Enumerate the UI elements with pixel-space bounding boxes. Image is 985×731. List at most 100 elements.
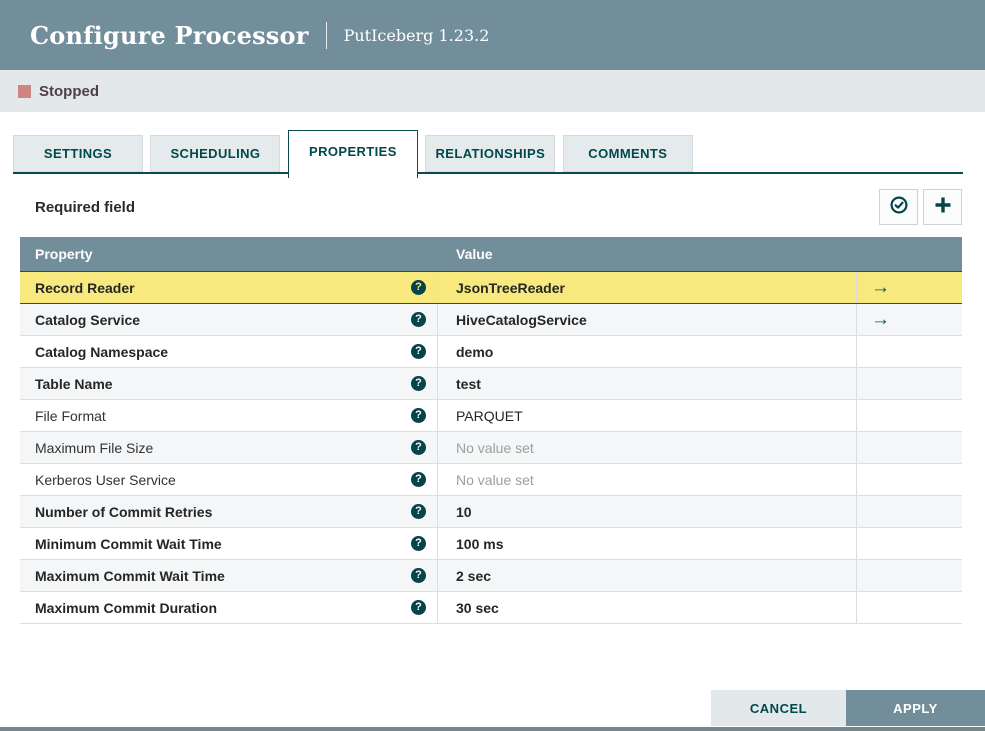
required-field-label: Required field [35,198,136,216]
property-row[interactable]: Maximum Commit Duration ? 30 sec → [20,592,962,624]
help-icon[interactable]: ? [411,600,426,615]
property-value: No value set [456,471,534,488]
property-value-cell[interactable]: No value set [437,432,856,463]
tab-comments[interactable]: COMMENTS [562,135,693,172]
go-to-service-cell: → [856,528,962,559]
help-icon[interactable]: ? [411,536,426,551]
property-name-cell: Maximum Commit Wait Time ? [20,560,437,591]
property-value-cell[interactable]: JsonTreeReader [437,272,856,303]
property-name: File Format [35,407,106,424]
table-header-row: Property Value [20,237,962,271]
property-row[interactable]: File Format ? PARQUET → [20,400,962,432]
processor-type-version: PutIceberg 1.23.2 [343,25,490,45]
property-name: Maximum Commit Duration [35,599,218,616]
tab-scheduling[interactable]: SCHEDULING [150,135,281,172]
property-name-cell: File Format ? [20,400,437,431]
property-value-cell[interactable]: No value set [437,464,856,495]
property-row[interactable]: Maximum File Size ? No value set → [20,432,962,464]
toolbar-buttons [879,189,962,225]
help-icon[interactable]: ? [411,312,426,327]
go-to-service-arrow[interactable]: → [871,278,890,297]
dialog-bottom-edge [0,727,985,731]
apply-button[interactable]: APPLY [846,690,985,726]
dialog-title: Configure Processor [30,20,309,50]
cancel-button[interactable]: CANCEL [711,690,846,726]
property-row[interactable]: Record Reader ? JsonTreeReader → [20,271,962,304]
property-name-cell: Record Reader ? [20,272,437,303]
property-value-cell[interactable]: demo [437,336,856,367]
go-to-service-arrow[interactable]: → [871,310,890,329]
property-value: HiveCatalogService [456,311,587,328]
property-value-cell[interactable]: 2 sec [437,560,856,591]
property-row[interactable]: Catalog Namespace ? demo → [20,336,962,368]
properties-table-body: Record Reader ? JsonTreeReader → Catalog… [20,271,962,624]
add-property-button[interactable] [923,189,962,225]
tab-settings[interactable]: SETTINGS [13,135,143,172]
property-name: Minimum Commit Wait Time [35,535,222,552]
property-name: Kerberos User Service [35,471,176,488]
property-name-cell: Minimum Commit Wait Time ? [20,528,437,559]
property-value: 30 sec [456,599,499,616]
help-icon[interactable]: ? [411,408,426,423]
property-name-cell: Catalog Service ? [20,304,437,335]
property-value: PARQUET [456,407,523,424]
dialog-footer: CANCEL APPLY [0,690,985,726]
property-name: Number of Commit Retries [35,503,213,520]
properties-toolbar: Required field [35,189,962,225]
property-value: test [456,375,481,392]
go-to-service-cell: → [856,464,962,495]
help-icon[interactable]: ? [411,280,426,295]
property-name-cell: Maximum Commit Duration ? [20,592,437,623]
property-name-cell: Kerberos User Service ? [20,464,437,495]
verify-properties-button[interactable] [879,189,918,225]
status-bar: Stopped [0,70,985,112]
property-name: Maximum Commit Wait Time [35,567,225,584]
property-name: Table Name [35,375,113,392]
property-value: 100 ms [456,535,504,552]
property-row[interactable]: Number of Commit Retries ? 10 → [20,496,962,528]
go-to-service-cell: → [856,368,962,399]
go-to-service-cell: → [856,496,962,527]
property-value-cell[interactable]: 30 sec [437,592,856,623]
go-to-service-cell: → [856,592,962,623]
properties-table: Property Value Record Reader ? JsonTreeR… [20,237,962,624]
status-label: Stopped [39,82,99,100]
property-value-cell[interactable]: 10 [437,496,856,527]
tab-properties[interactable]: PROPERTIES [287,130,418,178]
help-icon[interactable]: ? [411,568,426,583]
help-icon[interactable]: ? [411,504,426,519]
go-to-service-cell: → [856,336,962,367]
property-value-cell[interactable]: 100 ms [437,528,856,559]
tab-relationships[interactable]: RELATIONSHIPS [425,135,556,172]
property-row[interactable]: Kerberos User Service ? No value set → [20,464,962,496]
help-icon[interactable]: ? [411,344,426,359]
property-name-cell: Table Name ? [20,368,437,399]
property-row[interactable]: Catalog Service ? HiveCatalogService → [20,304,962,336]
tab-bar: SETTINGS SCHEDULING PROPERTIES RELATIONS… [0,130,985,178]
property-name-cell: Maximum File Size ? [20,432,437,463]
property-row[interactable]: Maximum Commit Wait Time ? 2 sec → [20,560,962,592]
property-value: No value set [456,439,534,456]
property-row[interactable]: Minimum Commit Wait Time ? 100 ms → [20,528,962,560]
go-to-service-cell: → [856,272,962,303]
property-row[interactable]: Table Name ? test → [20,368,962,400]
plus-icon [933,195,953,220]
go-to-service-cell: → [856,400,962,431]
property-value: 2 sec [456,567,492,584]
property-name: Catalog Service [35,311,141,328]
property-name: Catalog Namespace [35,343,169,360]
help-icon[interactable]: ? [411,472,426,487]
go-to-service-cell: → [856,560,962,591]
property-value: 10 [456,503,472,520]
help-icon[interactable]: ? [411,376,426,391]
column-header-property: Property [35,246,93,262]
dialog-header: Configure Processor PutIceberg 1.23.2 [0,0,985,70]
help-icon[interactable]: ? [411,440,426,455]
property-name: Maximum File Size [35,439,154,456]
property-value-cell[interactable]: PARQUET [437,400,856,431]
property-value: demo [456,343,494,360]
tab-underline [13,172,963,174]
property-value-cell[interactable]: HiveCatalogService [437,304,856,335]
go-to-service-cell: → [856,432,962,463]
property-value-cell[interactable]: test [437,368,856,399]
